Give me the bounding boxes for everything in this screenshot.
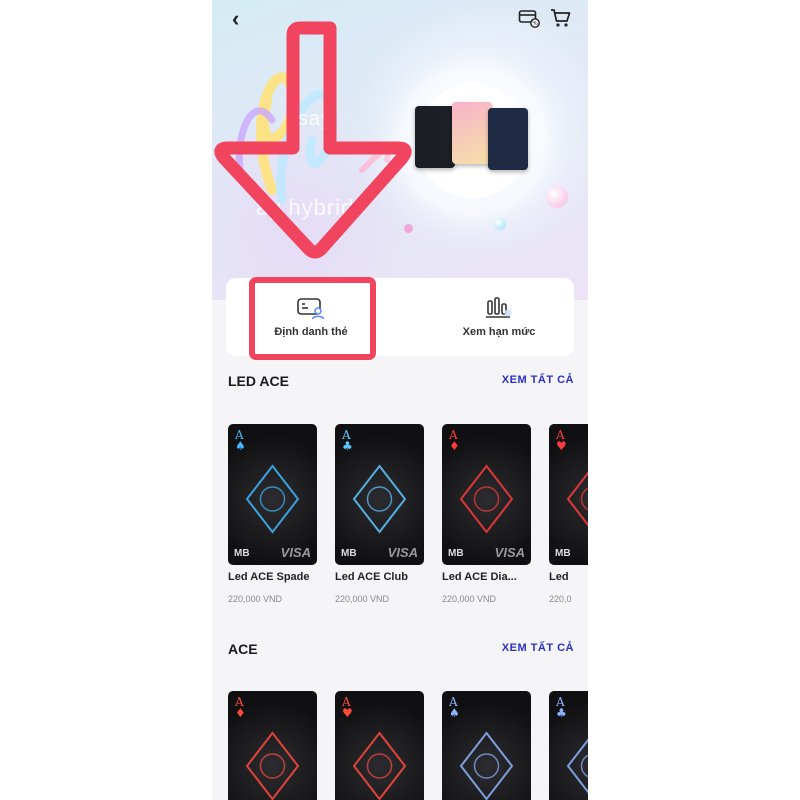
card-image: A ♠ xyxy=(442,691,531,800)
card-image: A♥MBVISA xyxy=(549,424,588,565)
banner-text-say: say xyxy=(298,108,333,130)
product-card[interactable]: A ♣ xyxy=(549,691,588,800)
mb-logo: MB xyxy=(448,548,464,559)
limit-chart-icon xyxy=(486,297,512,318)
card-emblem xyxy=(352,731,407,800)
product-name: Led xyxy=(549,571,569,583)
mb-logo: MB xyxy=(234,548,250,559)
product-card[interactable]: A ♦ MB VISA Led ACE Dia... 220,000 VND xyxy=(442,424,532,604)
banner-bubble xyxy=(494,218,506,230)
view-limit-label: Xem hạn mức xyxy=(462,326,536,338)
card-emblem xyxy=(566,738,588,794)
view-all-led-ace-link[interactable]: XEM TẤT CẢ xyxy=(502,374,574,386)
card-promo-icon[interactable]: % xyxy=(518,8,540,28)
card-image: A ♦ MB VISA xyxy=(442,424,531,565)
mb-logo: MB xyxy=(341,548,357,559)
promo-banner[interactable]: say ay hybrid ‹ % xyxy=(212,0,588,300)
product-card[interactable]: A ♦ xyxy=(228,691,318,800)
card-emblem xyxy=(566,471,588,527)
product-card[interactable]: A ♥ xyxy=(335,691,425,800)
card-emblem xyxy=(352,464,407,534)
card-emblem xyxy=(245,731,300,800)
section-title-ace: ACE xyxy=(228,641,258,657)
identify-card-button[interactable]: Định danh thẻ xyxy=(236,278,386,356)
card-emblem xyxy=(459,731,514,800)
identify-card-label: Định danh thẻ xyxy=(274,326,348,338)
product-name: Led ACE Spade xyxy=(228,571,310,583)
banner-text-hybrid: ay hybrid xyxy=(256,195,355,220)
mb-logo: MB xyxy=(555,548,571,559)
card-emblem xyxy=(245,464,300,534)
quick-actions-panel: Định danh thẻ Xem hạn mức xyxy=(226,278,574,356)
product-name: Led ACE Dia... xyxy=(442,571,517,583)
product-price: 220,000 VND xyxy=(228,594,283,604)
product-price: 220,000 VND xyxy=(335,594,390,604)
product-name: Led ACE Club xyxy=(335,571,408,583)
section-title-led-ace: LED ACE xyxy=(228,373,289,389)
visa-logo: VISA xyxy=(494,545,525,560)
product-card[interactable]: A♥MBVISA Led 220,0 xyxy=(549,424,588,604)
product-price: 220,0 xyxy=(549,594,572,604)
card-image: A ♠ MB VISA xyxy=(228,424,317,565)
view-limit-button[interactable]: Xem hạn mức xyxy=(424,278,574,356)
card-image: A ♣ MB VISA xyxy=(335,424,424,565)
app-screen: say ay hybrid ‹ % Định danh thẻ Xem hạn … xyxy=(212,0,588,800)
banner-bubble xyxy=(404,224,413,233)
back-icon[interactable]: ‹ xyxy=(232,8,239,30)
visa-logo: VISA xyxy=(280,545,311,560)
visa-logo: VISA xyxy=(387,545,418,560)
card-image: A ♦ xyxy=(228,691,317,800)
card-image: A ♥ xyxy=(335,691,424,800)
product-card[interactable]: A ♠ xyxy=(442,691,532,800)
banner-card-pink xyxy=(452,102,492,164)
svg-text:%: % xyxy=(532,20,538,27)
cart-icon[interactable] xyxy=(550,8,572,28)
product-row-ace: A ♦ A ♥ A ♠ A ♣ xyxy=(212,691,588,800)
banner-card-navy xyxy=(488,108,528,170)
card-user-icon xyxy=(297,298,325,320)
product-card[interactable]: A ♠ MB VISA Led ACE Spade 220,000 VND xyxy=(228,424,318,604)
banner-bubble xyxy=(546,186,568,208)
product-card[interactable]: A ♣ MB VISA Led ACE Club 220,000 VND xyxy=(335,424,425,604)
product-price: 220,000 VND xyxy=(442,594,497,604)
card-image: A ♣ xyxy=(549,691,588,800)
card-emblem xyxy=(459,464,514,534)
view-all-ace-link[interactable]: XEM TẤT CẢ xyxy=(502,642,574,654)
banner-card-dark xyxy=(415,106,455,168)
product-row-led-ace: A ♠ MB VISA Led ACE Spade 220,000 VND A ♣ MB VISA… xyxy=(212,424,588,614)
